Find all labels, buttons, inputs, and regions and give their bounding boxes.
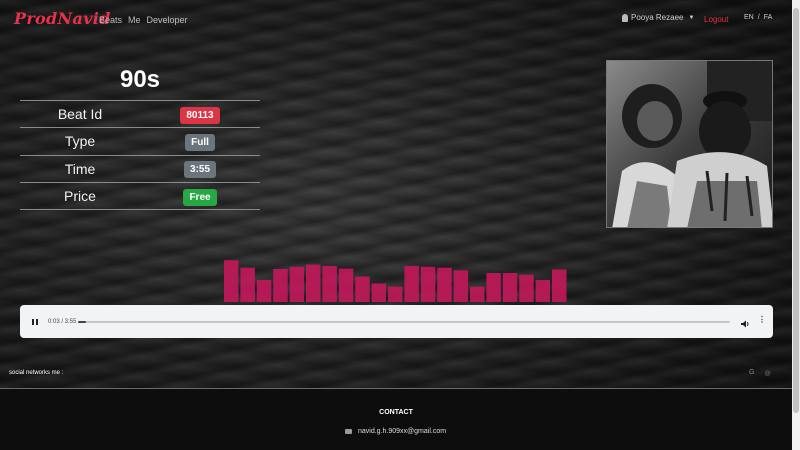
social-icons: G ◎ (749, 369, 771, 377)
visualizer-bar (552, 269, 567, 302)
visualizer-bar (224, 260, 239, 302)
visualizer-bar (535, 280, 551, 302)
envelope-icon (345, 429, 352, 434)
visualizer-bar (420, 266, 436, 302)
visualizer-bar (273, 269, 288, 302)
info-row-type: Type Full (20, 128, 260, 156)
beat-id-badge: 80113 (180, 106, 220, 124)
more-options-icon[interactable]: ⋮ (758, 315, 766, 325)
visualizer-bar (289, 266, 305, 302)
visualizer-bar (240, 267, 255, 302)
lang-en[interactable]: EN (744, 14, 754, 21)
language-switcher: EN / FA (744, 14, 772, 21)
beat-info-table: Beat Id 80113 Type Full Time 3:55 Price … (20, 100, 260, 211)
beat-title: 90s (119, 66, 161, 93)
brand-logo[interactable]: ProdNavid (14, 9, 111, 28)
instagram-icon[interactable]: ◎ (764, 369, 770, 377)
visualizer-bar (519, 274, 534, 302)
visualizer-bar (404, 265, 419, 302)
logout-link[interactable]: Logout (704, 15, 728, 24)
visualizer-bar (322, 265, 337, 302)
contact-email[interactable]: navid.g.h.909xx@gmail.com (345, 428, 446, 435)
page-scrollbar[interactable] (792, 0, 800, 450)
info-row-beat-id: Beat Id 80113 (20, 101, 260, 129)
seek-bar[interactable] (78, 320, 730, 323)
lang-separator: / (757, 14, 760, 21)
visualizer-bar (470, 286, 485, 302)
info-label: Beat Id (57, 106, 103, 123)
navbar: ProdNavid Beats Me Developer Pooya Rezae… (0, 0, 792, 38)
user-icon (622, 13, 628, 22)
seek-bar-fill (78, 320, 87, 323)
cover-image (606, 60, 773, 228)
visualizer-bar (388, 286, 403, 302)
nav-links: Beats Me Developer (99, 15, 188, 25)
visualizer-bar (306, 264, 321, 302)
type-badge: Full (185, 133, 215, 151)
visualizer-bar (371, 283, 387, 302)
playback-time: 0:03 / 3:55 (48, 318, 77, 325)
audio-player: 0:03 / 3:55 ⋮ (20, 305, 773, 338)
user-name: Pooya Rezaee (631, 13, 684, 22)
caret-down-icon: ▼ (688, 14, 695, 21)
visualizer-bar (502, 273, 518, 302)
time-badge: 3:55 (183, 161, 216, 179)
visualizer-bar (355, 276, 370, 302)
nav-link-me[interactable]: Me (128, 15, 141, 25)
info-row-time: Time 3:55 (20, 156, 260, 183)
google-icon[interactable]: G (749, 369, 754, 377)
volume-icon[interactable] (740, 316, 750, 334)
pause-button[interactable] (32, 317, 42, 327)
social-networks-label: social networks me : (9, 370, 64, 376)
visualizer-bar (437, 267, 452, 302)
visualizer-bar (256, 280, 272, 302)
visualizer-bar (453, 270, 469, 302)
visualizer-bar (486, 273, 501, 302)
audio-visualizer (224, 260, 567, 302)
lang-fa[interactable]: FA (764, 14, 773, 21)
info-row-price: Price Free (20, 183, 260, 211)
scrollbar-thumb[interactable] (793, 8, 799, 413)
info-label: Price (64, 188, 96, 205)
user-dropdown[interactable]: Pooya Rezaee ▼ (622, 13, 694, 22)
info-label: Type (64, 133, 96, 150)
price-badge: Free (183, 188, 217, 206)
email-text: navid.g.h.909xx@gmail.com (358, 428, 447, 435)
visualizer-bar (338, 268, 354, 302)
nav-link-developer[interactable]: Developer (147, 15, 188, 25)
nav-link-beats[interactable]: Beats (99, 15, 122, 25)
contact-heading: CONTACT (379, 409, 413, 416)
footer: CONTACT navid.g.h.909xx@gmail.com (0, 389, 792, 450)
info-label: Time (64, 160, 96, 177)
